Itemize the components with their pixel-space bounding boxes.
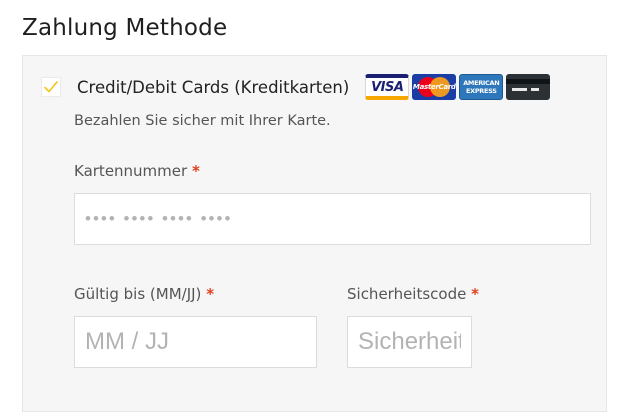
- amex-logo-icon: AMERICAN EXPRESS: [459, 74, 504, 100]
- payment-page: Zahlung Methode Credit/Debit Cards (Kred…: [0, 0, 620, 416]
- payment-method-row: Credit/Debit Cards (Kreditkarten) VISA M…: [41, 70, 551, 104]
- payment-method-checkbox[interactable]: [41, 77, 61, 97]
- required-mark: *: [206, 285, 215, 303]
- generic-card-icon: [506, 74, 551, 100]
- expiry-label: Gültig bis (MM/JJ) *: [74, 285, 214, 303]
- checkmark-icon: [44, 81, 58, 93]
- payment-method-panel: Credit/Debit Cards (Kreditkarten) VISA M…: [22, 55, 607, 412]
- required-mark: *: [471, 285, 479, 303]
- cvc-label: Sicherheitscode *: [347, 285, 479, 303]
- payment-method-label[interactable]: Credit/Debit Cards (Kreditkarten): [77, 78, 349, 97]
- amex-logo-text-top: AMERICAN: [463, 79, 500, 87]
- section-title: Zahlung Methode: [22, 15, 228, 41]
- card-number-label-text: Kartennummer: [74, 162, 188, 180]
- card-logos: VISA MasterCard AMERICAN EXPRESS: [365, 74, 551, 100]
- cvc-input[interactable]: [347, 316, 472, 368]
- required-mark: *: [191, 162, 200, 180]
- payment-method-description: Bezahlen Sie sicher mit Ihrer Karte.: [74, 113, 331, 129]
- mastercard-logo-text: MasterCard: [412, 83, 456, 91]
- card-number-input[interactable]: [74, 193, 591, 245]
- expiry-input[interactable]: [74, 316, 317, 368]
- visa-logo-text: VISA: [371, 79, 404, 95]
- expiry-label-text: Gültig bis (MM/JJ): [74, 285, 202, 303]
- card-number-label: Kartennummer *: [74, 162, 200, 180]
- mastercard-logo-icon: MasterCard: [412, 74, 457, 100]
- visa-logo-icon: VISA: [365, 74, 410, 100]
- amex-logo-text-bottom: EXPRESS: [465, 87, 497, 95]
- cvc-label-text: Sicherheitscode: [347, 285, 467, 303]
